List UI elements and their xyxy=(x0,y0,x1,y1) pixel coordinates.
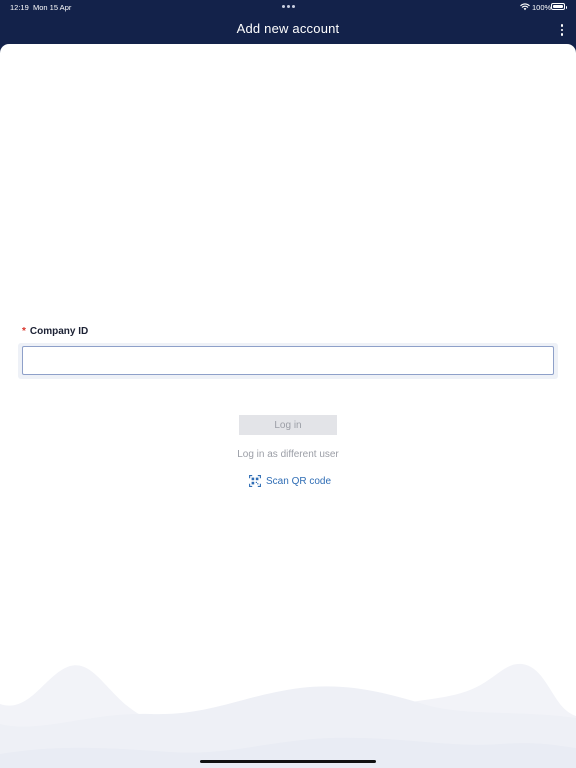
login-different-user-link[interactable]: Log in as different user xyxy=(0,449,576,460)
more-options-button[interactable] xyxy=(553,22,571,38)
company-id-input[interactable] xyxy=(22,346,554,375)
wifi-icon xyxy=(520,3,530,11)
multitasking-dots-icon[interactable] xyxy=(282,5,295,8)
status-date: Mon 15 Apr xyxy=(33,3,72,12)
required-marker: * xyxy=(22,326,26,337)
status-time: 12:19 xyxy=(10,3,29,12)
scan-qr-code-label: Scan QR code xyxy=(266,475,332,487)
more-vertical-icon xyxy=(560,24,564,27)
page-title: Add new account xyxy=(236,21,340,36)
scan-qr-code-button[interactable]: Scan QR code xyxy=(249,474,331,488)
qr-code-scan-icon xyxy=(249,475,261,487)
mountains-background-illustration xyxy=(0,663,576,768)
navigation-bar: Add new account xyxy=(0,14,576,44)
status-bar: 12:19 Mon 15 Apr 100% xyxy=(0,0,576,14)
home-indicator[interactable] xyxy=(200,760,376,763)
battery-icon xyxy=(551,3,567,10)
login-button[interactable]: Log in xyxy=(239,415,337,435)
company-id-label-text: Company ID xyxy=(29,326,89,337)
battery-percentage: 100% xyxy=(532,3,552,12)
content-sheet: * Company ID Log in Log in as different u… xyxy=(0,44,576,768)
company-id-label: * Company ID xyxy=(22,326,88,337)
